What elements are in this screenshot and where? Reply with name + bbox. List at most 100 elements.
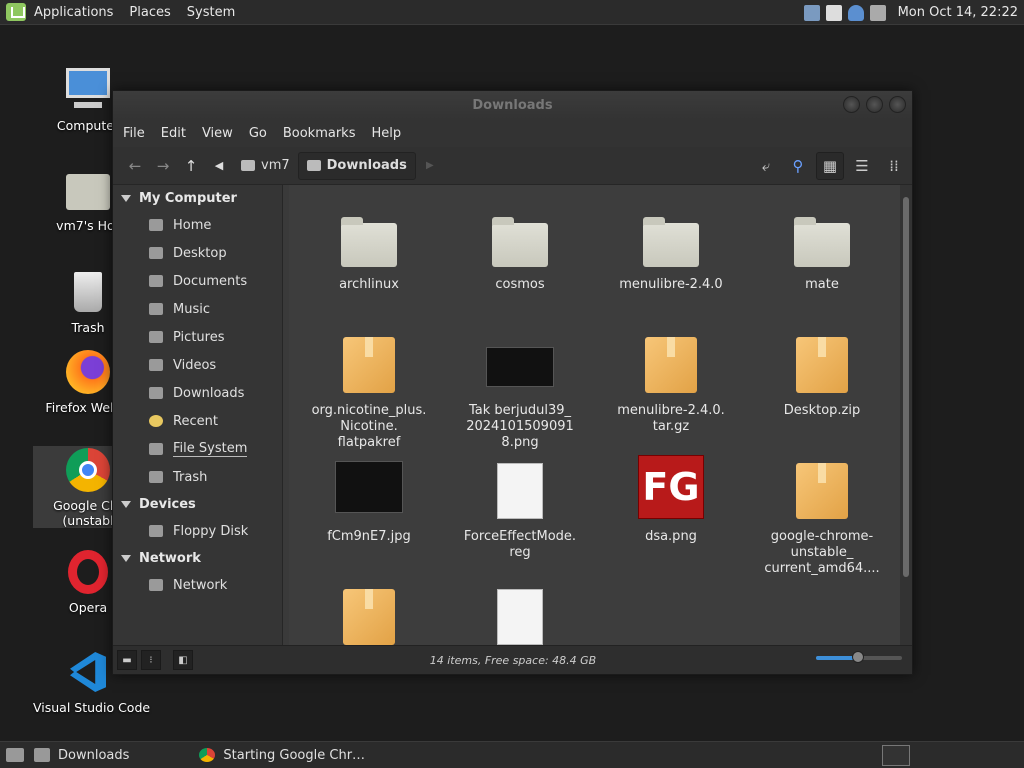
- home-folder-icon: [149, 219, 163, 231]
- package-icon: [645, 337, 697, 393]
- file-item-menulibre-tar[interactable]: menulibre-2.4.0. tar.gz: [596, 327, 746, 435]
- minimize-button[interactable]: [843, 96, 860, 113]
- zoom-slider[interactable]: [816, 651, 902, 663]
- package-icon: [796, 463, 848, 519]
- computer-icon: [64, 66, 112, 114]
- sidebar-section-my-computer[interactable]: My Computer: [113, 185, 282, 211]
- network-icon[interactable]: [803, 4, 820, 21]
- sidebar-section-devices[interactable]: Devices: [113, 491, 282, 517]
- file-item-fcm9ne7-jpg[interactable]: fCm9nE7.jpg: [294, 453, 444, 545]
- forward-arrow-icon[interactable]: →: [149, 152, 177, 180]
- compact-view-button[interactable]: ⁞⁞: [880, 152, 908, 180]
- volume-icon[interactable]: [869, 4, 886, 21]
- zoom-slider-handle[interactable]: [852, 651, 864, 663]
- shield-icon[interactable]: [847, 4, 864, 21]
- file-item-dsa-png[interactable]: FG dsa.png: [596, 453, 746, 545]
- sidebar-item-documents[interactable]: Documents: [113, 267, 282, 295]
- sidebar: My Computer Home Desktop Documents Music…: [113, 185, 283, 645]
- sidebar-item-pictures[interactable]: Pictures: [113, 323, 282, 351]
- menu-view[interactable]: View: [194, 126, 241, 141]
- sidebar-item-music[interactable]: Music: [113, 295, 282, 323]
- sidebar-item-videos[interactable]: Videos: [113, 351, 282, 379]
- toggle-location-icon[interactable]: ⤶: [752, 152, 780, 180]
- close-button[interactable]: [889, 96, 906, 113]
- sidebar-section-network[interactable]: Network: [113, 545, 282, 571]
- system-menu[interactable]: System: [179, 0, 243, 25]
- vertical-scrollbar[interactable]: [900, 185, 912, 645]
- clock[interactable]: Mon Oct 14, 22:22: [898, 5, 1018, 20]
- file-item-forceeffectmode-reg[interactable]: ForceEffectMode. reg: [445, 453, 595, 561]
- list-view-button[interactable]: ☰: [848, 152, 876, 180]
- file-item-tak-berjudul-png[interactable]: Tak berjudul39_ 2024101509091 8.png: [445, 327, 595, 451]
- icon-view-button[interactable]: ▦: [816, 152, 844, 180]
- file-item-menulibre[interactable]: menulibre-2.4.0: [596, 201, 746, 293]
- sidebar-item-network[interactable]: Network: [113, 571, 282, 599]
- package-icon: [343, 589, 395, 645]
- applications-menu[interactable]: Applications: [26, 0, 121, 25]
- menu-edit[interactable]: Edit: [153, 126, 194, 141]
- menu-file[interactable]: File: [115, 126, 153, 141]
- file-item-package[interactable]: [294, 579, 444, 655]
- hide-sidebar-button[interactable]: ◧: [173, 650, 193, 670]
- home-folder-icon: [241, 160, 255, 171]
- window-title: Downloads: [472, 97, 553, 113]
- mint-menu-icon[interactable]: [6, 3, 26, 21]
- status-text: 14 items, Free space: 48.4 GB: [429, 653, 597, 667]
- file-item-mate[interactable]: mate: [747, 201, 897, 293]
- blank-document-icon: [497, 589, 543, 645]
- firefox-icon: [64, 348, 112, 396]
- up-arrow-icon[interactable]: ↑: [177, 152, 205, 180]
- menu-bookmarks[interactable]: Bookmarks: [275, 126, 364, 141]
- notification-icon[interactable]: [825, 4, 842, 21]
- show-places-button[interactable]: ▬: [117, 650, 137, 670]
- chrome-icon: [199, 748, 216, 762]
- folder-icon: [492, 217, 548, 267]
- menu-help[interactable]: Help: [363, 126, 409, 141]
- breadcrumb-vm7[interactable]: vm7: [233, 152, 298, 180]
- drive-icon: [149, 443, 163, 455]
- back-arrow-icon[interactable]: ←: [121, 152, 149, 180]
- path-right-icon[interactable]: ▶: [416, 152, 444, 180]
- sidebar-item-trash[interactable]: Trash: [113, 463, 282, 491]
- expander-icon: [121, 500, 131, 508]
- path-left-icon[interactable]: ◀: [205, 152, 233, 180]
- taskbar-item-downloads[interactable]: Downloads: [24, 742, 139, 768]
- search-icon[interactable]: ⚲: [784, 152, 812, 180]
- sidebar-item-file-system[interactable]: File System: [113, 435, 282, 463]
- sidebar-item-recent[interactable]: Recent: [113, 407, 282, 435]
- file-item-document[interactable]: [445, 579, 595, 655]
- sidebar-item-downloads[interactable]: Downloads: [113, 379, 282, 407]
- package-icon: [796, 337, 848, 393]
- taskbar-item-chrome[interactable]: Starting Google Chr…: [189, 742, 375, 768]
- text-document-icon: [497, 463, 543, 519]
- file-item-desktop-zip[interactable]: Desktop.zip: [747, 327, 897, 419]
- places-menu[interactable]: Places: [121, 0, 178, 25]
- trash-icon: [149, 471, 163, 483]
- videos-folder-icon: [149, 359, 163, 371]
- image-thumbnail-icon: [335, 461, 403, 513]
- sidebar-item-floppy-disk[interactable]: Floppy Disk: [113, 517, 282, 545]
- show-tree-button[interactable]: ⁝: [141, 650, 161, 670]
- scrollbar-thumb[interactable]: [903, 197, 909, 577]
- chrome-icon: [64, 446, 112, 494]
- file-item-cosmos[interactable]: cosmos: [445, 201, 595, 293]
- breadcrumb-downloads[interactable]: Downloads: [297, 151, 416, 180]
- desktop-folder-icon: [149, 247, 163, 259]
- statusbar: ▬ ⁝ ◧ 14 items, Free space: 48.4 GB: [113, 645, 912, 674]
- downloads-folder-icon: [149, 387, 163, 399]
- clock-icon: [149, 415, 163, 427]
- sidebar-item-desktop[interactable]: Desktop: [113, 239, 282, 267]
- file-item-archlinux[interactable]: archlinux: [294, 201, 444, 293]
- file-item-google-chrome-deb[interactable]: google-chrome- unstable_ current_amd64..…: [747, 453, 897, 577]
- file-item-nicotine-flatpakref[interactable]: org.nicotine_plus. Nicotine. flatpakref: [294, 327, 444, 451]
- sidebar-item-home[interactable]: Home: [113, 211, 282, 239]
- pictures-folder-icon: [149, 331, 163, 343]
- maximize-button[interactable]: [866, 96, 883, 113]
- menu-go[interactable]: Go: [241, 126, 275, 141]
- folder-icon: [34, 748, 50, 762]
- window-titlebar[interactable]: Downloads: [113, 91, 912, 119]
- vscode-icon: [64, 648, 112, 696]
- show-desktop-icon[interactable]: [6, 748, 24, 762]
- network-icon: [149, 579, 163, 591]
- workspace-switcher[interactable]: [882, 745, 910, 766]
